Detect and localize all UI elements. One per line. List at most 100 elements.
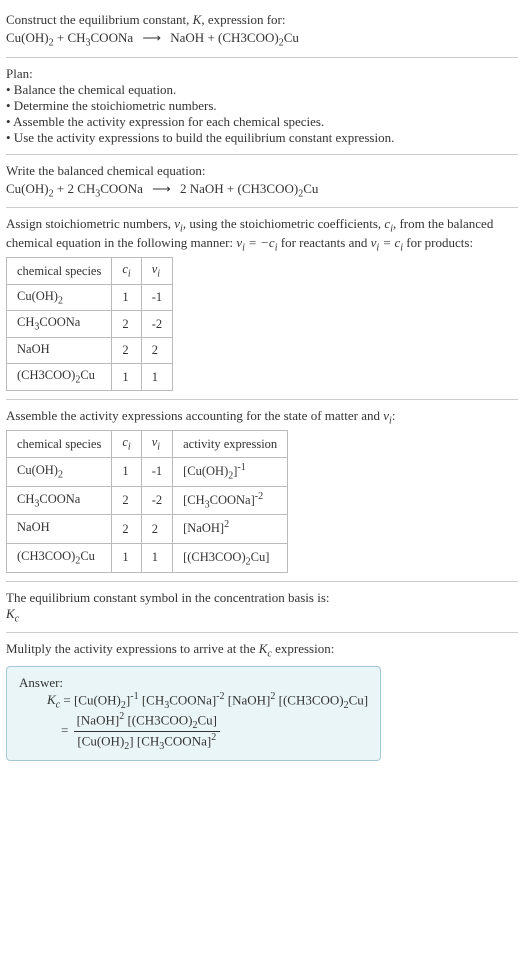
- table-row: NaOH 2 2: [7, 337, 173, 364]
- assign-text: Assign stoichiometric numbers,: [6, 216, 174, 231]
- plus: +: [54, 30, 68, 45]
- multiply-section: Mulitply the activity expressions to arr…: [6, 635, 518, 766]
- products: 2 NaOH + (CH3COO): [180, 181, 298, 196]
- reaction-arrow: ⟶: [136, 30, 167, 45]
- prompt-text-b: , expression for:: [201, 12, 285, 27]
- stoich-table: chemical species ci νi Cu(OH)2 1 -1 CH3C…: [6, 257, 173, 391]
- cell-v: 1: [141, 543, 172, 572]
- cell-species: CH3COONa: [7, 311, 112, 338]
- fraction: [NaOH]2 [(CH3COO)2Cu] [Cu(OH)2] [CH3COON…: [74, 711, 220, 752]
- nu-symbol: νi: [383, 408, 392, 423]
- Kc-symbol: Kc: [6, 606, 518, 625]
- table-row: NaOH 2 2 [NaOH]2: [7, 515, 288, 544]
- relation-reactants: νi = −ci: [236, 235, 277, 250]
- cell-v: -2: [141, 311, 172, 338]
- plus-coef: + 2 CH: [54, 181, 96, 196]
- prompt-text: Construct the equilibrium constant,: [6, 12, 193, 27]
- assign-text: for products:: [403, 235, 473, 250]
- assign-text: for reactants and: [278, 235, 371, 250]
- reaction-arrow: ⟶: [146, 181, 177, 196]
- product1: NaOH + (CH3COO): [170, 30, 278, 45]
- activity-title: Assemble the activity expressions accoun…: [6, 408, 383, 423]
- divider: [6, 154, 518, 155]
- answer-label: Answer:: [19, 675, 368, 691]
- table-row: CH3COONa 2 -2: [7, 311, 173, 338]
- reactant2b: COONa: [100, 181, 143, 196]
- cell-species: (CH3COO)2Cu: [7, 543, 112, 572]
- eq-text: [CH: [139, 692, 165, 707]
- eq-text: [NaOH]: [225, 692, 271, 707]
- cell-v: -2: [141, 486, 172, 515]
- nu-symbol: νi: [174, 216, 183, 231]
- Kc-symbol: Kc: [47, 692, 60, 707]
- cell-c: 2: [112, 486, 141, 515]
- table-row: (CH3COO)2Cu 1 1: [7, 364, 173, 391]
- c-symbol: ci: [384, 216, 393, 231]
- reactant2b: COONa: [91, 30, 134, 45]
- cell-v: -1: [141, 284, 172, 311]
- cell-c: 1: [112, 364, 141, 391]
- reactant2a: CH: [67, 30, 85, 45]
- cell-v: 2: [141, 337, 172, 364]
- table-row: CH3COONa 2 -2 [CH3COONa]-2: [7, 486, 288, 515]
- eq-text: [(CH3COO): [275, 692, 343, 707]
- col-nui: νi: [141, 258, 172, 285]
- cell-c: 2: [112, 337, 141, 364]
- divider: [6, 57, 518, 58]
- divider: [6, 581, 518, 582]
- exponent: -2: [216, 691, 224, 702]
- cell-activity: [(CH3COO)2Cu]: [173, 543, 288, 572]
- balanced-title: Write the balanced chemical equation:: [6, 163, 518, 179]
- cell-species: NaOH: [7, 515, 112, 544]
- col-species: chemical species: [7, 258, 112, 285]
- table-row: Cu(OH)2 1 -1: [7, 284, 173, 311]
- equation-unbalanced: Cu(OH)2 + CH3COONa ⟶ NaOH + (CH3COO)2Cu: [6, 30, 518, 49]
- equals: =: [61, 722, 72, 737]
- col-nui: νi: [141, 431, 172, 458]
- assign-section: Assign stoichiometric numbers, νi, using…: [6, 210, 518, 397]
- cell-activity: [CH3COONa]-2: [173, 486, 288, 515]
- cell-c: 1: [112, 284, 141, 311]
- eq-text: = [Cu(OH): [60, 692, 121, 707]
- numerator: [NaOH]2 [(CH3COO)2Cu]: [74, 711, 220, 732]
- table-row: Cu(OH)2 1 -1 [Cu(OH)2]-1: [7, 457, 288, 486]
- answer-equation-line1: Kc = [Cu(OH)2]-1 [CH3COONa]-2 [NaOH]2 [(…: [19, 691, 368, 711]
- table-row: (CH3COO)2Cu 1 1 [(CH3COO)2Cu]: [7, 543, 288, 572]
- divider: [6, 399, 518, 400]
- cell-v: 1: [141, 364, 172, 391]
- basis-text: The equilibrium constant symbol in the c…: [6, 590, 518, 606]
- productsb: Cu: [303, 181, 318, 196]
- exponent: -1: [130, 691, 138, 702]
- cell-c: 1: [112, 457, 141, 486]
- cell-c: 1: [112, 543, 141, 572]
- plan-item-balance: • Balance the chemical equation.: [6, 82, 518, 98]
- multiply-text: Mulitply the activity expressions to arr…: [6, 641, 259, 656]
- reactant1: Cu(OH): [6, 30, 49, 45]
- cell-v: 2: [141, 515, 172, 544]
- relation-products: νi = ci: [371, 235, 403, 250]
- eq-text: COONa]: [169, 692, 216, 707]
- plan-item-stoich: • Determine the stoichiometric numbers.: [6, 98, 518, 114]
- col-ci: ci: [112, 431, 141, 458]
- cell-species: (CH3COO)2Cu: [7, 364, 112, 391]
- cell-c: 2: [112, 515, 141, 544]
- balanced-section: Write the balanced chemical equation: Cu…: [6, 157, 518, 206]
- col-ci: ci: [112, 258, 141, 285]
- divider: [6, 632, 518, 633]
- plan-title: Plan:: [6, 66, 518, 82]
- cell-species: Cu(OH)2: [7, 284, 112, 311]
- Kc-symbol: Kc: [259, 641, 272, 656]
- answer-box: Answer: Kc = [Cu(OH)2]-1 [CH3COONa]-2 [N…: [6, 666, 381, 761]
- cell-v: -1: [141, 457, 172, 486]
- plan-item-activity: • Assemble the activity expression for e…: [6, 114, 518, 130]
- activity-table: chemical species ci νi activity expressi…: [6, 430, 288, 572]
- problem-statement: Construct the equilibrium constant, K, e…: [6, 6, 518, 55]
- cell-species: Cu(OH)2: [7, 457, 112, 486]
- denominator: [Cu(OH)2] [CH3COONa]2: [74, 732, 220, 752]
- cell-c: 2: [112, 311, 141, 338]
- table-header-row: chemical species ci νi activity expressi…: [7, 431, 288, 458]
- answer-equation-line2: = [NaOH]2 [(CH3COO)2Cu] [Cu(OH)2] [CH3CO…: [19, 711, 368, 752]
- cell-activity: [Cu(OH)2]-1: [173, 457, 288, 486]
- col-species: chemical species: [7, 431, 112, 458]
- cell-species: CH3COONa: [7, 486, 112, 515]
